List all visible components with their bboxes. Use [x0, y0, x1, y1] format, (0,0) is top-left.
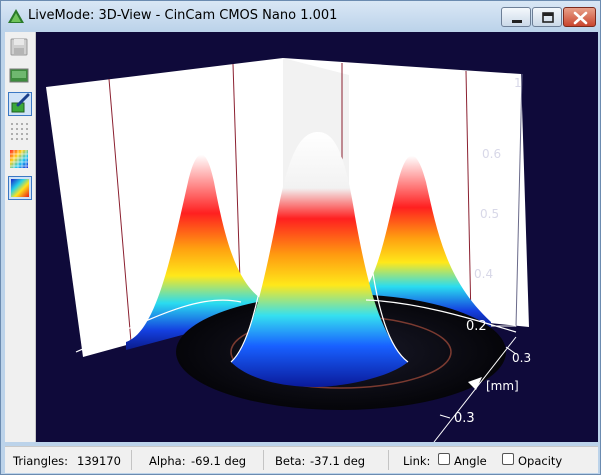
alpha-label: Alpha:: [149, 454, 186, 468]
save-icon: [10, 38, 28, 56]
view-toolbar: [5, 32, 36, 442]
color-grid-icon: [10, 150, 28, 168]
color-grid-tool[interactable]: [8, 148, 32, 172]
z-tick-0.4: 0.4: [474, 267, 493, 281]
unit-label: [mm]: [486, 379, 519, 393]
alpha-value: -69.1 deg: [191, 454, 247, 468]
maximize-icon: [542, 12, 554, 23]
beta-value: -37.1 deg: [310, 454, 366, 468]
x-axis-tick: 0.3: [454, 411, 475, 426]
brush-icon: [11, 93, 30, 113]
maximize-button[interactable]: [532, 7, 562, 27]
status-bar: Triangles: 139170 Alpha: -69.1 deg Beta:…: [5, 446, 598, 473]
grid-points-tool[interactable]: [8, 120, 32, 144]
color-surface-icon: [11, 179, 29, 197]
title-bar[interactable]: LiveMode: 3D-View - CinCam CMOS Nano 1.0…: [1, 1, 600, 31]
y-tick-0.2: 0.2: [466, 319, 487, 334]
beta-label: Beta:: [275, 454, 306, 468]
app-logo-icon: [8, 9, 24, 23]
3d-viewport[interactable]: 1 0.6 0.5 0.4 0.2 0.3 [mm] 0.3: [36, 32, 598, 442]
opacity-label: Opacity: [518, 454, 563, 468]
window-title: LiveMode: 3D-View - CinCam CMOS Nano 1.0…: [28, 8, 338, 23]
link-label: Link:: [403, 454, 431, 468]
close-icon: [573, 11, 588, 25]
close-button[interactable]: [563, 7, 596, 27]
beam-3d-plot[interactable]: 1 0.6 0.5 0.4 0.2 0.3 [mm] 0.3: [36, 32, 598, 442]
triangles-value: 139170: [77, 454, 121, 468]
minimize-icon: [512, 20, 522, 23]
minimize-button[interactable]: [501, 7, 531, 27]
opacity-checkbox[interactable]: [502, 453, 514, 465]
save-tool[interactable]: [8, 36, 32, 60]
angle-label: Angle: [454, 454, 487, 468]
z-tick-0.5: 0.5: [480, 207, 499, 221]
grid-points-icon: [11, 123, 28, 140]
z-tick-0.6: 0.6: [482, 147, 501, 161]
brush-tool[interactable]: [8, 92, 32, 116]
triangles-label: Triangles:: [13, 454, 69, 468]
z-tick-1: 1: [514, 76, 522, 90]
image-tool[interactable]: [8, 64, 32, 88]
image-icon: [9, 68, 29, 83]
angle-checkbox[interactable]: [438, 453, 450, 465]
app-window: LiveMode: 3D-View - CinCam CMOS Nano 1.0…: [0, 0, 601, 475]
color-surface-tool[interactable]: [8, 176, 32, 200]
